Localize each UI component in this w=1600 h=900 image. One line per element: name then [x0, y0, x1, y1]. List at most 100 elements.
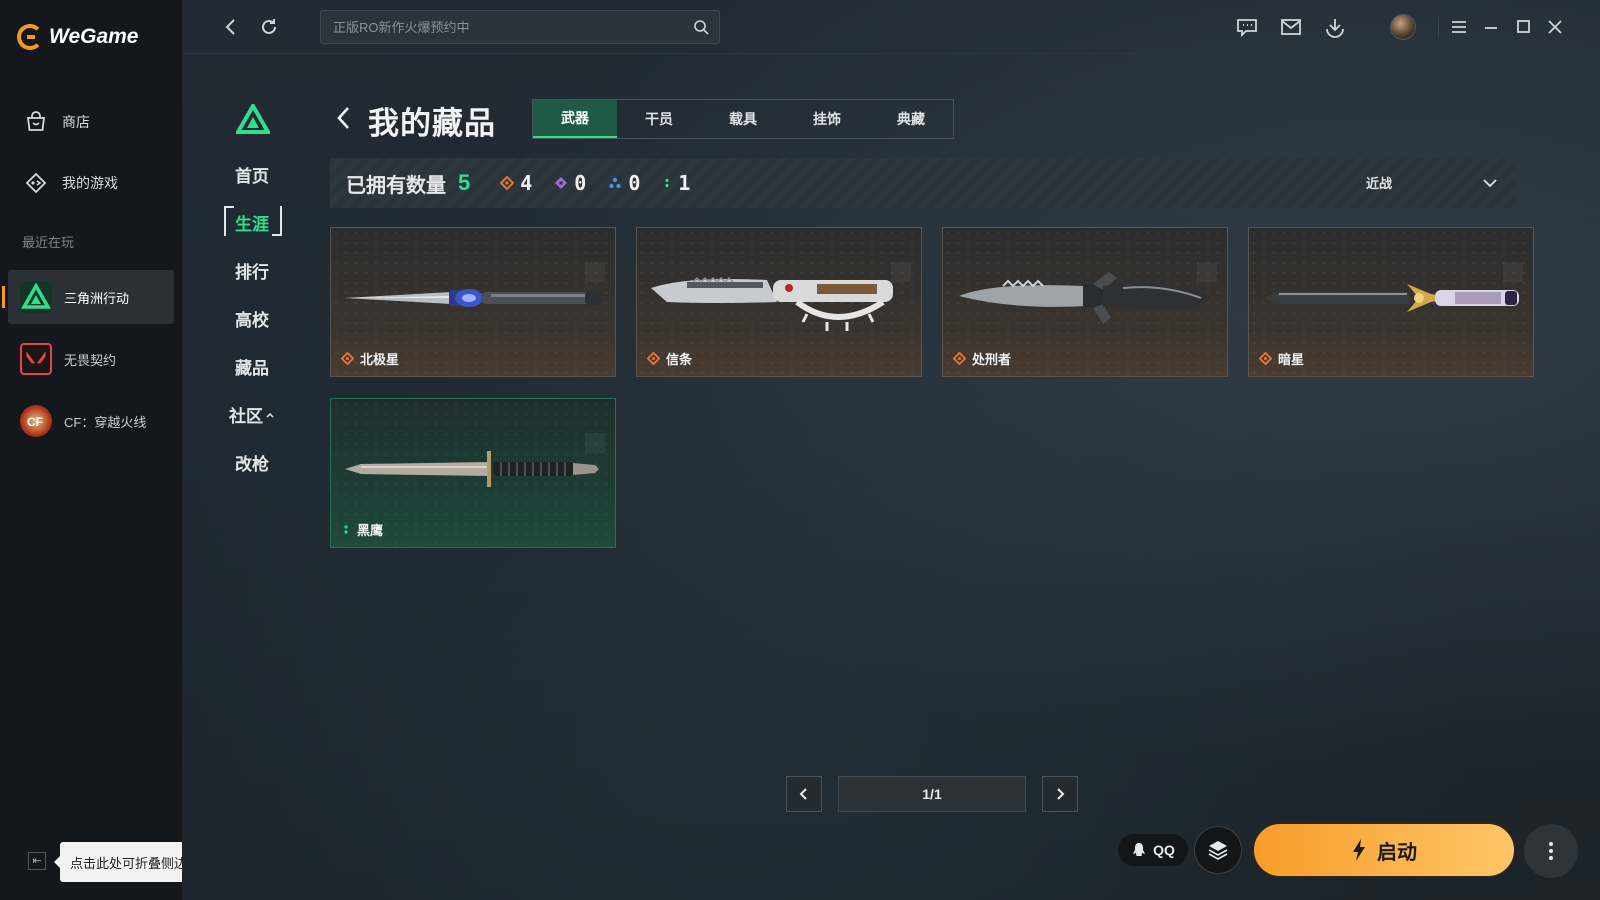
- delta-force-icon: [20, 281, 52, 313]
- svg-text:CF: CF: [27, 415, 43, 429]
- item-name: 处刑者: [953, 349, 1011, 368]
- rarity-orange-icon: [341, 352, 354, 365]
- rarity-count-blue: 0: [608, 171, 640, 195]
- rarity-orange-icon: [647, 352, 660, 365]
- downloads-button[interactable]: [1322, 14, 1348, 40]
- tab-collectibles[interactable]: 典藏: [869, 100, 953, 138]
- rarity-orange-icon: [1259, 352, 1272, 365]
- rarity-count-purple: 0: [554, 171, 586, 195]
- rarity-green-icon: [344, 525, 348, 534]
- rarity-count-orange: 4: [500, 171, 532, 195]
- chat-bubble-icon: [1237, 19, 1257, 38]
- collapse-sidebar-button[interactable]: ⇤: [28, 852, 46, 870]
- qq-account-button[interactable]: QQ: [1118, 834, 1188, 866]
- tab-vehicles[interactable]: 载具: [701, 100, 785, 138]
- more-vertical-icon: [1549, 842, 1553, 860]
- filter-value: 近战: [1365, 176, 1392, 191]
- recent-game-label: CF：穿越火线: [64, 414, 147, 430]
- owned-count-total: 5: [458, 170, 471, 195]
- recent-game-label: 无畏契约: [64, 352, 117, 368]
- item-card[interactable]: 北极星: [330, 227, 616, 377]
- game-nav-community[interactable]: 社区: [222, 402, 282, 427]
- prev-page-button[interactable]: [786, 776, 822, 812]
- game-nav-gunsmith[interactable]: 改枪: [222, 450, 282, 475]
- search-box: [320, 10, 720, 44]
- cube-layers-icon: [1208, 841, 1228, 860]
- qq-label: QQ: [1153, 842, 1175, 858]
- item-card[interactable]: 信条: [636, 227, 922, 377]
- tab-operators[interactable]: 干员: [617, 100, 701, 138]
- launch-label: 启动: [1377, 841, 1417, 864]
- recent-game-crossfire[interactable]: CF CF：穿越火线: [8, 394, 174, 448]
- weapon-type-filter[interactable]: 近战: [1366, 173, 1498, 192]
- search-input[interactable]: [321, 11, 719, 43]
- store-bag-icon: [26, 111, 46, 131]
- hamburger-menu-icon: [1452, 21, 1466, 33]
- close-button[interactable]: [1542, 14, 1568, 40]
- rarity-green-icon: [665, 178, 669, 188]
- chevron-right-icon: [1057, 788, 1065, 800]
- item-name-label: 黑鹰: [357, 523, 384, 538]
- launch-game-button[interactable]: 启动: [1252, 822, 1516, 878]
- rarity-count-value: 0: [628, 171, 641, 195]
- recent-game-valorant[interactable]: 无畏契约: [8, 332, 174, 386]
- rarity-count-value: 4: [520, 171, 533, 195]
- mail-icon: [1281, 19, 1301, 35]
- recent-game-delta-force[interactable]: 三角洲行动: [2, 270, 174, 324]
- qq-penguin-icon: [1133, 843, 1145, 856]
- game-nav-colleges[interactable]: 高校: [222, 306, 282, 331]
- wegame-logo[interactable]: WeGame: [17, 24, 139, 50]
- my-games-icon: [25, 172, 47, 194]
- knife-executioner-image: [959, 272, 1209, 324]
- game-nav-community-label: 社区: [229, 407, 263, 426]
- minimize-button[interactable]: [1478, 14, 1504, 40]
- rarity-count-value: 1: [678, 171, 691, 195]
- item-card[interactable]: 黑鹰: [330, 398, 616, 548]
- page-title: 我的藏品: [368, 106, 496, 141]
- sidebar: WeGame 商店 我的游戏 最近在玩 三角洲行动 无畏契约 CF CF：穿越火…: [0, 0, 182, 900]
- tab-charms[interactable]: 挂饰: [785, 100, 869, 138]
- recent-game-label: 三角洲行动: [64, 290, 130, 306]
- owned-count-bar: 已拥有数量 5 4 0 0 1 近战: [330, 158, 1516, 208]
- item-name: 北极星: [341, 349, 399, 368]
- user-avatar[interactable]: [1390, 14, 1416, 40]
- messages-button[interactable]: [1234, 14, 1260, 40]
- rarity-orange-icon: [953, 352, 966, 365]
- sidebar-item-my-games[interactable]: 我的游戏: [24, 171, 118, 195]
- game-nav-collection[interactable]: 藏品: [222, 354, 282, 379]
- wegame-logo-icon: [17, 24, 43, 50]
- knife-creed-image: [651, 276, 893, 331]
- refresh-button[interactable]: [256, 14, 282, 40]
- accelerator-button[interactable]: [1194, 826, 1242, 874]
- game-nav-ranking[interactable]: 排行: [222, 258, 282, 283]
- sidebar-item-label: 我的游戏: [62, 175, 118, 191]
- wegame-logo-text: WeGame: [49, 25, 139, 48]
- game-nav-home[interactable]: 首页: [222, 162, 282, 187]
- next-page-button[interactable]: [1042, 776, 1078, 812]
- more-options-button[interactable]: [1524, 824, 1578, 878]
- item-name: 黑鹰: [341, 520, 383, 539]
- back-button[interactable]: [218, 14, 244, 40]
- rarity-purple-icon: [555, 177, 568, 189]
- collection-tabs: 武器 干员 载具 挂饰 典藏: [532, 99, 954, 139]
- sidebar-item-store[interactable]: 商店: [24, 110, 90, 134]
- item-card[interactable]: 处刑者: [942, 227, 1228, 377]
- chevron-up-icon: [266, 412, 274, 418]
- chevron-left-icon: [225, 19, 235, 35]
- download-icon: [1326, 19, 1344, 38]
- item-card[interactable]: 暗星: [1248, 227, 1534, 377]
- maximize-button[interactable]: [1510, 14, 1536, 40]
- valorant-icon: [20, 343, 52, 375]
- knife-black-hawk-image: [345, 451, 599, 487]
- menu-button[interactable]: [1446, 14, 1472, 40]
- chevron-down-icon: [1483, 178, 1497, 187]
- tab-weapons[interactable]: 武器: [533, 100, 617, 138]
- game-nav-career[interactable]: 生涯: [222, 210, 282, 235]
- item-name-label: 暗星: [1278, 352, 1305, 367]
- topbar: [182, 0, 1600, 54]
- delta-force-logo-icon[interactable]: [236, 104, 270, 134]
- search-icon[interactable]: [693, 19, 709, 35]
- rarity-orange-icon: [500, 176, 515, 190]
- page-back-chevron-icon[interactable]: [334, 104, 354, 132]
- mail-button[interactable]: [1278, 14, 1304, 40]
